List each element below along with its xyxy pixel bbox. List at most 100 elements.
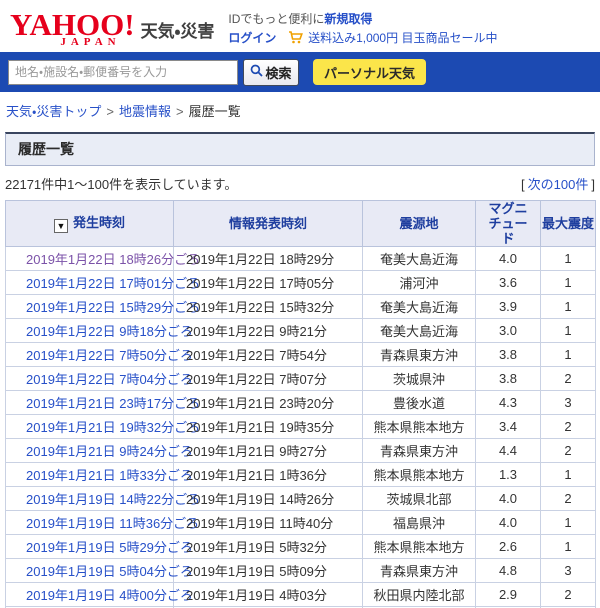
header-epicenter: 震源地	[362, 200, 476, 247]
magnitude-cell: 3.4	[475, 414, 541, 439]
quake-time-link[interactable]: 2019年1月22日 17時01分ごろ	[26, 276, 200, 291]
announce-time-cell: 2019年1月22日 17時05分	[173, 270, 363, 295]
epicenter-cell: 奄美大島近海	[362, 246, 476, 271]
search-button-label: 検索	[265, 65, 292, 81]
quake-time-link[interactable]: 2019年1月22日 18時26分ごろ	[26, 252, 200, 267]
quake-time-cell: 2019年1月22日 7時50分ごろ	[5, 342, 193, 367]
epicenter-cell: 秋田県内陸北部	[362, 582, 476, 607]
magnitude-cell: 4.0	[475, 486, 541, 511]
account-area: IDでもっと便利に新規取得 ログイン 送料込み1,000円 目玉商品セール中	[228, 10, 497, 50]
quake-time-link[interactable]: 2019年1月19日 4時00分ごろ	[26, 588, 193, 603]
announce-time-cell: 2019年1月21日 19時35分	[173, 414, 363, 439]
quake-time-link[interactable]: 2019年1月21日 1時33分ごろ	[26, 468, 193, 483]
epicenter-cell: 青森県東方沖	[362, 342, 476, 367]
search-input[interactable]	[8, 59, 238, 85]
table-row: 2019年1月21日 19時32分ごろ 2019年1月21日 19時35分 熊本県熊…	[5, 414, 596, 439]
breadcrumb-item[interactable]: 天気・災害トップ	[6, 104, 101, 119]
quake-time-link[interactable]: 2019年1月22日 9時18分ごろ	[26, 324, 193, 339]
max-intensity-cell: 2	[540, 582, 596, 607]
cart-icon	[288, 31, 303, 50]
breadcrumb-item[interactable]: 地震情報	[119, 104, 171, 119]
magnitude-cell: 2.9	[475, 582, 541, 607]
sort-desc-icon[interactable]: ▼	[53, 218, 68, 233]
announce-time-cell: 2019年1月22日 18時29分	[173, 246, 363, 271]
quake-time-link[interactable]: 2019年1月19日 5時04分ごろ	[26, 564, 193, 579]
pager-open-bracket: [	[521, 177, 525, 192]
announce-time-cell: 2019年1月22日 7時07分	[173, 366, 363, 391]
announce-time-cell: 2019年1月22日 7時54分	[173, 342, 363, 367]
table-header-row: ▼ 発生時刻 情報発表時刻 震源地 マグニチュード 最大震度	[5, 200, 596, 247]
announce-time-cell: 2019年1月19日 14時26分	[173, 486, 363, 511]
breadcrumb: 天気・災害トップ > 地震情報 > 履歴一覧	[0, 92, 600, 128]
register-link[interactable]: 新規取得	[324, 12, 372, 26]
epicenter-cell: 浦河沖	[362, 270, 476, 295]
table-row: 2019年1月21日 9時24分ごろ 2019年1月21日 9時27分 青森県東方沖…	[5, 438, 596, 463]
announce-time-cell: 2019年1月19日 5時09分	[173, 558, 363, 583]
result-count-line: 22171件中1〜100件を表示しています。 [次の100件]	[5, 174, 595, 193]
epicenter-cell: 奄美大島近海	[362, 294, 476, 319]
quake-time-link[interactable]: 2019年1月22日 7時50分ごろ	[26, 348, 193, 363]
header-magnitude: マグニチュード	[475, 200, 541, 247]
max-intensity-cell: 1	[540, 534, 596, 559]
table-row: 2019年1月22日 18時26分ごろ 2019年1月22日 18時29分 奄美大島…	[5, 246, 596, 271]
table-row: 2019年1月19日 11時36分ごろ 2019年1月19日 11時40分 福島県沖…	[5, 510, 596, 535]
table-row: 2019年1月21日 1時33分ごろ 2019年1月21日 1時36分 熊本県熊本地…	[5, 462, 596, 487]
yahoo-japan-logo[interactable]: YAHOO! JAPAN	[10, 9, 135, 48]
announce-time-cell: 2019年1月21日 1時36分	[173, 462, 363, 487]
quake-time-cell: 2019年1月19日 5時29分ごろ	[5, 534, 193, 559]
magnitude-cell: 3.8	[475, 366, 541, 391]
quake-time-link[interactable]: 2019年1月19日 5時29分ごろ	[26, 540, 193, 555]
table-row: 2019年1月21日 23時17分ごろ 2019年1月21日 23時20分 豊後水道…	[5, 390, 596, 415]
quake-time-link[interactable]: 2019年1月22日 7時04分ごろ	[26, 372, 193, 387]
login-link[interactable]: ログイン	[228, 31, 276, 45]
magnitude-cell: 4.0	[475, 510, 541, 535]
id-promo-text: IDでもっと便利に	[228, 12, 325, 26]
quake-time-link[interactable]: 2019年1月21日 9時24分ごろ	[26, 444, 193, 459]
service-title: 天気・災害	[140, 22, 215, 41]
breadcrumb-separator: >	[176, 104, 184, 119]
quake-time-cell: 2019年1月21日 23時17分ごろ	[5, 390, 200, 415]
magnitude-cell: 1.3	[475, 462, 541, 487]
magnifier-icon	[250, 64, 264, 80]
magnitude-cell: 4.3	[475, 390, 541, 415]
quake-time-link[interactable]: 2019年1月19日 14時22分ごろ	[26, 492, 200, 507]
table-row: 2019年1月19日 14時22分ごろ 2019年1月19日 14時26分 茨城県北…	[5, 486, 596, 511]
quake-time-cell: 2019年1月22日 15時29分ごろ	[5, 294, 200, 319]
search-button[interactable]: 検索	[243, 58, 299, 86]
max-intensity-cell: 1	[540, 246, 596, 271]
epicenter-cell: 青森県東方沖	[362, 438, 476, 463]
quake-time-cell: 2019年1月22日 17時01分ごろ	[5, 270, 200, 295]
search-band: 検索 パーソナル天気	[0, 52, 600, 92]
epicenter-cell: 茨城県沖	[362, 366, 476, 391]
quake-time-link[interactable]: 2019年1月22日 15時29分ごろ	[26, 300, 200, 315]
header-max-intensity: 最大震度	[540, 200, 596, 247]
max-intensity-cell: 2	[540, 486, 596, 511]
epicenter-cell: 熊本県熊本地方	[362, 462, 476, 487]
site-header: YAHOO! JAPAN 天気・災害 IDでもっと便利に新規取得 ログイン 送料…	[0, 0, 600, 52]
quake-time-link[interactable]: 2019年1月19日 11時36分ごろ	[26, 516, 199, 531]
max-intensity-cell: 1	[540, 462, 596, 487]
table-row: 2019年1月19日 4時00分ごろ 2019年1月19日 4時03分 秋田県内陸北…	[5, 582, 596, 607]
quake-time-cell: 2019年1月22日 7時04分ごろ	[5, 366, 193, 391]
header-time: ▼ 発生時刻	[5, 200, 174, 247]
quake-time-link[interactable]: 2019年1月21日 23時17分ごろ	[26, 396, 200, 411]
next-100-link[interactable]: 次の100件	[528, 177, 589, 192]
max-intensity-cell: 1	[540, 318, 596, 343]
magnitude-cell: 3.6	[475, 270, 541, 295]
announce-time-cell: 2019年1月22日 9時21分	[173, 318, 363, 343]
epicenter-cell: 茨城県北部	[362, 486, 476, 511]
max-intensity-cell: 1	[540, 270, 596, 295]
announce-time-cell: 2019年1月19日 11時40分	[173, 510, 363, 535]
quake-time-cell: 2019年1月22日 9時18分ごろ	[5, 318, 193, 343]
breadcrumb-item: 履歴一覧	[188, 104, 241, 119]
epicenter-cell: 熊本県熊本地方	[362, 414, 476, 439]
header-announce-time: 情報発表時刻	[173, 200, 363, 247]
quake-time-link[interactable]: 2019年1月21日 19時32分ごろ	[26, 420, 200, 435]
magnitude-cell: 2.6	[475, 534, 541, 559]
quake-time-cell: 2019年1月21日 9時24分ごろ	[5, 438, 193, 463]
personal-weather-button[interactable]: パーソナル天気	[313, 59, 427, 85]
announce-time-cell: 2019年1月21日 9時27分	[173, 438, 363, 463]
shopping-promo-link[interactable]: 送料込み1,000円 目玉商品セール中	[308, 31, 497, 45]
quake-history-table: ▼ 発生時刻 情報発表時刻 震源地 マグニチュード 最大震度 2019年1月22日…	[5, 200, 596, 608]
magnitude-cell: 3.9	[475, 294, 541, 319]
